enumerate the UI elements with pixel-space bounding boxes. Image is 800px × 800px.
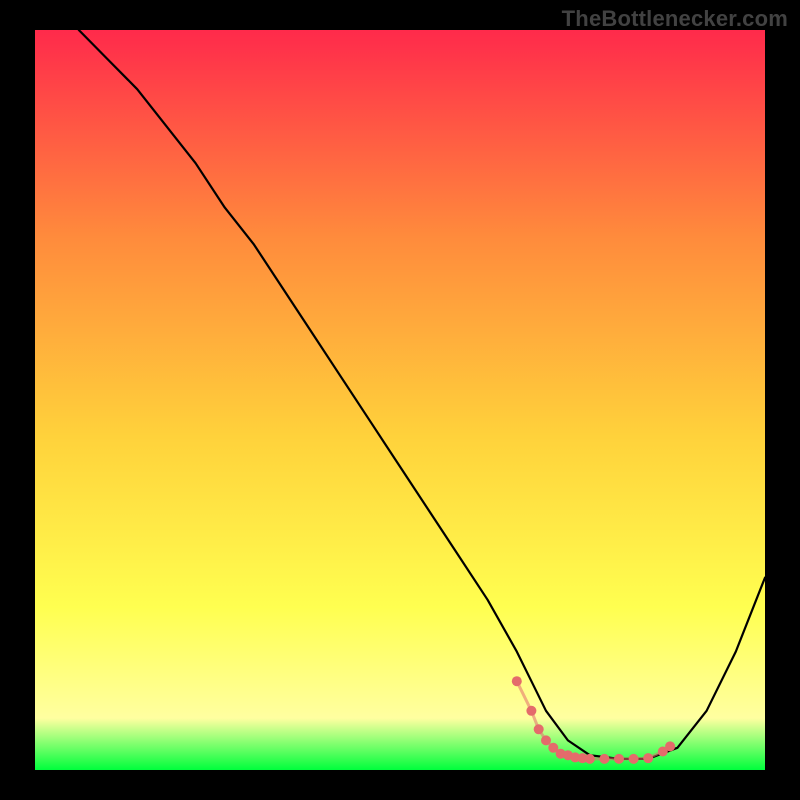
- highlight-dot: [599, 754, 609, 764]
- chart-svg: [35, 30, 765, 770]
- highlight-dot: [643, 753, 653, 763]
- highlight-dot: [629, 754, 639, 764]
- highlight-dot: [534, 724, 544, 734]
- watermark-text: TheBottlenecker.com: [562, 6, 788, 32]
- plot-area: [35, 30, 765, 770]
- highlight-dot: [665, 741, 675, 751]
- chart-container: TheBottlenecker.com: [0, 0, 800, 800]
- highlight-dot: [585, 754, 595, 764]
- highlight-dot: [512, 676, 522, 686]
- highlight-dot: [526, 706, 536, 716]
- highlight-dot: [614, 754, 624, 764]
- highlight-dot: [541, 735, 551, 745]
- plot-background: [35, 30, 765, 770]
